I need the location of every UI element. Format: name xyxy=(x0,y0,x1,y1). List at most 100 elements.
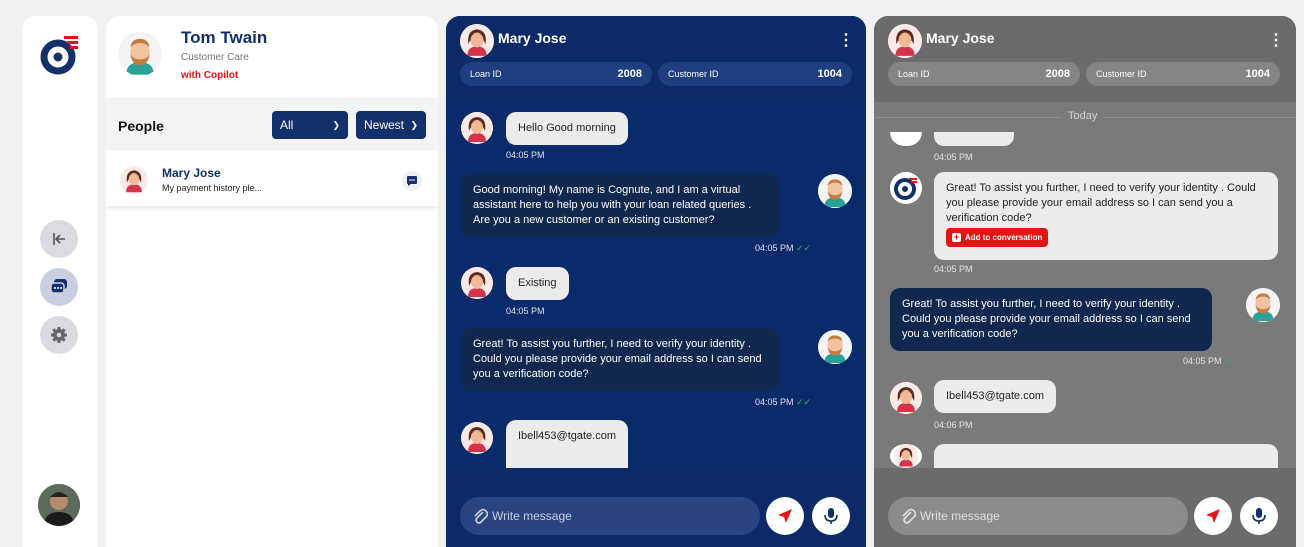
more-options-icon[interactable]: ⋮ xyxy=(1268,30,1284,50)
message-time: 04:05 PM xyxy=(755,243,794,253)
add-to-conversation-button[interactable]: + Add to conversation xyxy=(946,228,1049,247)
plus-icon: + xyxy=(952,232,961,242)
read-check-icon: ✓✓ xyxy=(796,397,812,407)
bot-avatar-icon xyxy=(890,172,922,204)
contact-avatar-icon xyxy=(460,24,494,58)
customer-avatar-icon xyxy=(461,267,493,299)
message-list: Hello Good morning 04:05 PM Good morning… xyxy=(446,102,866,468)
message-time-row: 04:05 PM ✓✓ xyxy=(755,243,811,254)
send-button[interactable] xyxy=(1194,497,1232,535)
agent-avatar xyxy=(118,32,162,76)
voice-button[interactable] xyxy=(812,497,850,535)
microphone-icon xyxy=(1252,508,1266,524)
contact-name: Mary Jose xyxy=(926,30,995,46)
chat-bubble-icon xyxy=(407,176,417,186)
loan-id-label: Loan ID xyxy=(470,69,502,79)
loan-id-value: 2008 xyxy=(617,68,642,80)
paperclip-icon[interactable] xyxy=(900,507,916,525)
filter-value: All xyxy=(280,118,294,132)
message-time: 04:05 PM xyxy=(755,397,794,407)
sort-value: Newest xyxy=(364,118,405,132)
message-bubble: Existing xyxy=(506,267,569,300)
chevron-down-icon: ❯ xyxy=(332,119,340,130)
message-placeholder: Write message xyxy=(920,509,1000,523)
agent-avatar-icon xyxy=(818,330,852,364)
contact-name: Mary Jose xyxy=(498,30,567,46)
person-name: Mary Jose xyxy=(162,166,221,180)
customer-avatar-icon xyxy=(461,112,493,144)
send-button[interactable] xyxy=(766,497,804,535)
agent-avatar-icon xyxy=(818,174,852,208)
customer-avatar-icon xyxy=(461,422,493,454)
message-bubble: Ibell453@tgate.com xyxy=(506,420,629,468)
user-avatar[interactable] xyxy=(38,484,80,526)
copilot-panel: Mary Jose ⋮ Loan ID 2008 Customer ID 100… xyxy=(874,16,1296,547)
contact-avatar xyxy=(888,24,922,58)
message-time: 04:05 PM xyxy=(934,264,973,274)
message-time-row: 04:05 PM ✓ xyxy=(1183,356,1232,367)
chevron-down-icon: ❯ xyxy=(410,119,418,130)
chat-panel: Mary Jose ⋮ Loan ID 2008 Customer ID 100… xyxy=(446,16,866,547)
settings-nav-button[interactable] xyxy=(40,316,78,354)
message-bubble-partial xyxy=(934,444,1278,468)
message-time: 04:06 PM xyxy=(934,420,973,430)
send-icon xyxy=(778,509,792,523)
agent-avatar-icon xyxy=(1246,288,1280,322)
left-rail xyxy=(22,16,98,547)
contact-avatar xyxy=(460,24,494,58)
person-avatar-icon xyxy=(120,166,148,194)
customer-avatar-icon xyxy=(890,132,922,146)
message-time-row: 04:05 PM ✓✓ xyxy=(755,397,811,408)
customer-id-value: 1004 xyxy=(1245,68,1270,80)
loan-id-pill: Loan ID 2008 xyxy=(888,62,1080,86)
customer-id-value: 1004 xyxy=(817,68,842,80)
gear-icon xyxy=(51,327,67,343)
loan-id-label: Loan ID xyxy=(898,69,930,79)
chat-header: Mary Jose ⋮ Loan ID 2008 Customer ID 100… xyxy=(446,16,866,102)
brand-logo-icon xyxy=(40,36,78,75)
read-check-icon: ✓ xyxy=(1224,356,1232,366)
add-to-conversation-label: Add to conversation xyxy=(965,233,1043,242)
message-bubble: Hello Good morning xyxy=(506,112,628,145)
customer-id-pill: Customer ID 1004 xyxy=(1086,62,1280,86)
customer-id-pill: Customer ID 1004 xyxy=(658,62,852,86)
message-bubble: Great! To assist you further, I need to … xyxy=(890,288,1212,351)
message-placeholder: Write message xyxy=(492,509,572,523)
user-photo-icon xyxy=(38,484,80,526)
agent-name: Tom Twain xyxy=(181,28,268,47)
message-bubble-partial xyxy=(934,132,1014,146)
message-bubble: Ibell453@tgate.com xyxy=(934,380,1057,413)
agent-avatar-icon xyxy=(118,32,162,76)
message-bubble: Great! To assist you further, I need to … xyxy=(461,328,779,391)
microphone-icon xyxy=(824,508,838,524)
copilot-header: Mary Jose ⋮ Loan ID 2008 Customer ID 100… xyxy=(874,16,1296,102)
read-check-icon: ✓✓ xyxy=(796,243,812,253)
paperclip-icon[interactable] xyxy=(472,507,488,525)
sort-select[interactable]: Newest ❯ xyxy=(356,111,426,139)
message-bubble: Good morning! My name is Cognute, and I … xyxy=(461,174,779,237)
more-options-icon[interactable]: ⋮ xyxy=(838,30,854,50)
people-panel: Tom Twain Customer Care with Copilot Peo… xyxy=(106,16,438,547)
message-time: 04:05 PM xyxy=(934,152,973,162)
person-item[interactable]: Mary Jose My payment history ple... xyxy=(106,154,438,206)
customer-avatar-icon xyxy=(890,382,922,414)
collapse-button[interactable] xyxy=(40,220,78,258)
suggestion-text: Great! To assist you further, I need to … xyxy=(946,182,1256,224)
loan-id-value: 2008 xyxy=(1045,68,1070,80)
chats-nav-button[interactable] xyxy=(40,268,78,306)
customer-avatar-icon xyxy=(890,444,922,468)
filter-select[interactable]: All ❯ xyxy=(272,111,348,139)
copilot-message-input[interactable]: Write message xyxy=(888,497,1188,535)
collapse-left-icon xyxy=(53,233,65,245)
people-title: People xyxy=(118,118,164,134)
copilot-composer: Write message xyxy=(874,468,1296,547)
date-label: Today xyxy=(1062,110,1104,122)
message-input[interactable]: Write message xyxy=(460,497,760,535)
chat-icon xyxy=(50,279,67,294)
composer: Write message xyxy=(446,468,866,547)
customer-id-label: Customer ID xyxy=(1096,69,1147,79)
voice-button[interactable] xyxy=(1240,497,1278,535)
message-time: 04:05 PM xyxy=(506,150,545,160)
suggestion-bubble: Great! To assist you further, I need to … xyxy=(934,172,1278,260)
copilot-label: with Copilot xyxy=(181,70,239,81)
